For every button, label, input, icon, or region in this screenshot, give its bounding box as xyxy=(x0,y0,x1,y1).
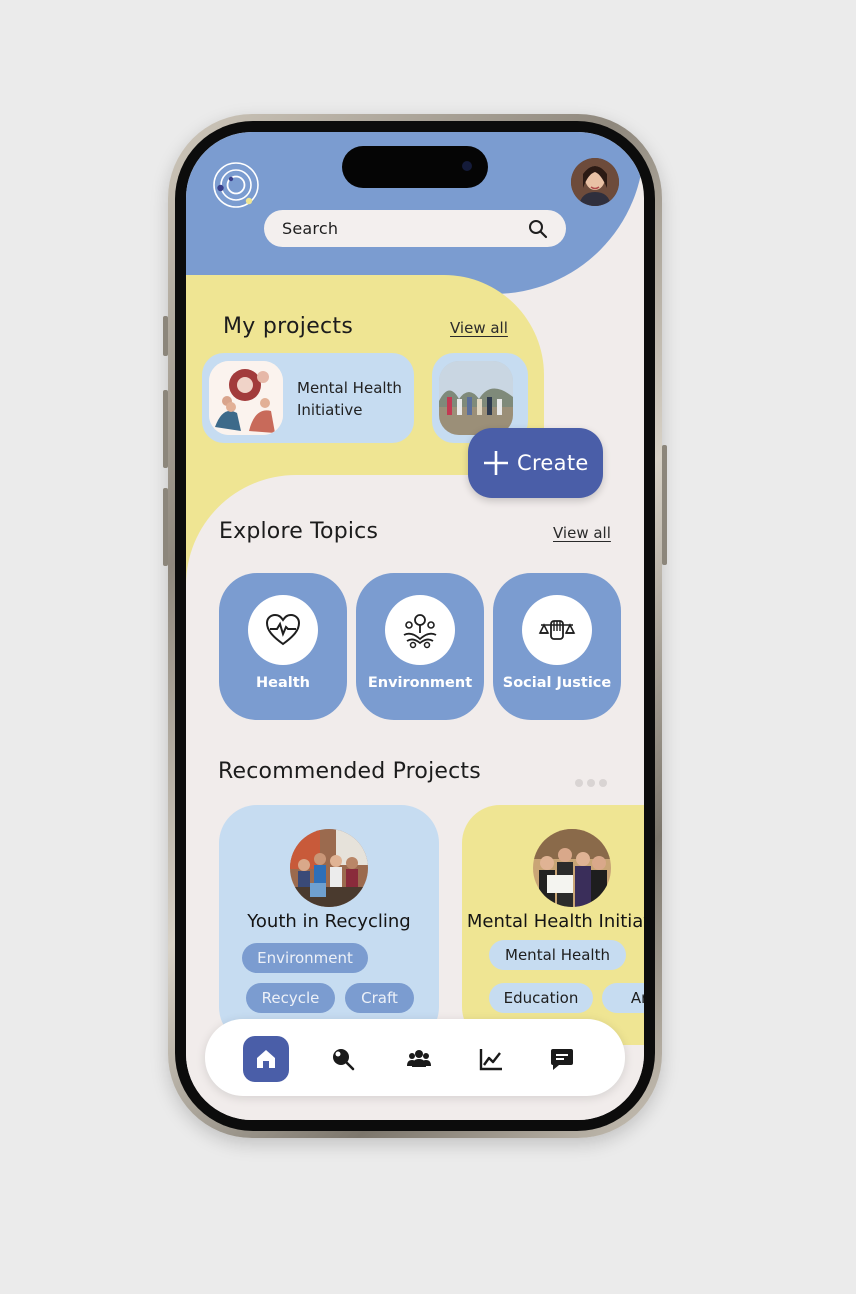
avatar[interactable] xyxy=(571,158,619,206)
message-icon xyxy=(551,1049,573,1070)
topic-card-social-justice[interactable]: Social Justice xyxy=(493,573,621,720)
people-icon xyxy=(407,1050,431,1067)
recommended-card[interactable]: Youth in Recycling Environment Recycle C… xyxy=(219,805,439,1045)
project-tag[interactable]: Environment xyxy=(242,943,368,973)
project-photo xyxy=(533,829,611,907)
phone-side-button xyxy=(662,445,667,565)
search-icon xyxy=(333,1049,355,1071)
carousel-dot[interactable] xyxy=(587,779,595,787)
carousel-dots[interactable] xyxy=(575,772,611,791)
create-button-label: Create xyxy=(517,451,589,475)
search-icon[interactable] xyxy=(528,219,548,239)
topic-label: Health xyxy=(256,675,310,691)
topic-icon-circle xyxy=(248,595,318,665)
orbit-logo-icon[interactable] xyxy=(212,161,260,209)
topic-label: Social Justice xyxy=(502,675,612,691)
carousel-dot[interactable] xyxy=(575,779,583,787)
phone-side-button xyxy=(163,390,168,468)
project-tag[interactable]: Education xyxy=(489,983,593,1013)
my-project-card[interactable]: Mental Health Initiative xyxy=(202,353,414,443)
project-thumbnail xyxy=(209,361,283,435)
topic-icon-circle xyxy=(385,595,455,665)
create-button[interactable]: Create xyxy=(468,428,603,498)
explore-topics-title: Explore Topics xyxy=(219,519,379,544)
project-tag[interactable]: Art xyxy=(602,983,644,1013)
project-tag[interactable]: Mental Health xyxy=(489,940,626,970)
home-icon xyxy=(257,1050,275,1068)
project-photo xyxy=(290,829,368,907)
project-card-label: Mental Health Initiative xyxy=(297,379,402,419)
nav-messages[interactable] xyxy=(539,1036,585,1082)
carousel-dot[interactable] xyxy=(599,779,607,787)
topic-icon-circle xyxy=(522,595,592,665)
nav-community[interactable] xyxy=(396,1036,442,1082)
nav-stats[interactable] xyxy=(468,1036,514,1082)
dynamic-island xyxy=(342,146,488,188)
recommended-card[interactable]: Mental Health Initiative Mental Health E… xyxy=(462,805,644,1045)
justice-scales-icon xyxy=(538,620,576,640)
search-input[interactable]: Search xyxy=(264,210,566,247)
search-placeholder: Search xyxy=(282,219,339,238)
phone-side-button xyxy=(163,488,168,566)
topic-card-environment[interactable]: Environment xyxy=(356,573,484,720)
heart-pulse-icon xyxy=(265,613,301,646)
topic-label: Environment xyxy=(367,675,473,691)
recommended-card-title: Mental Health Initiative xyxy=(466,911,644,932)
app-screen: Search My projects View all Mental Healt… xyxy=(186,132,644,1120)
project-thumbnail xyxy=(439,361,513,435)
bottom-nav xyxy=(205,1019,625,1096)
recommended-title: Recommended Projects xyxy=(218,759,481,784)
my-projects-title: My projects xyxy=(223,314,354,339)
plus-icon xyxy=(484,428,508,524)
my-projects-view-all-link[interactable]: View all xyxy=(450,319,508,337)
project-tag[interactable]: Craft xyxy=(345,983,414,1013)
chart-icon xyxy=(479,1049,502,1071)
topic-card-health[interactable]: Health xyxy=(219,573,347,720)
front-camera xyxy=(462,161,472,171)
nav-search[interactable] xyxy=(320,1036,366,1082)
nav-home[interactable] xyxy=(243,1036,289,1082)
hands-plant-icon xyxy=(403,614,437,649)
project-tag[interactable]: Recycle xyxy=(246,983,335,1013)
recommended-card-title: Youth in Recycling xyxy=(247,911,411,932)
explore-view-all-link[interactable]: View all xyxy=(553,524,611,542)
phone-side-button xyxy=(163,316,168,356)
